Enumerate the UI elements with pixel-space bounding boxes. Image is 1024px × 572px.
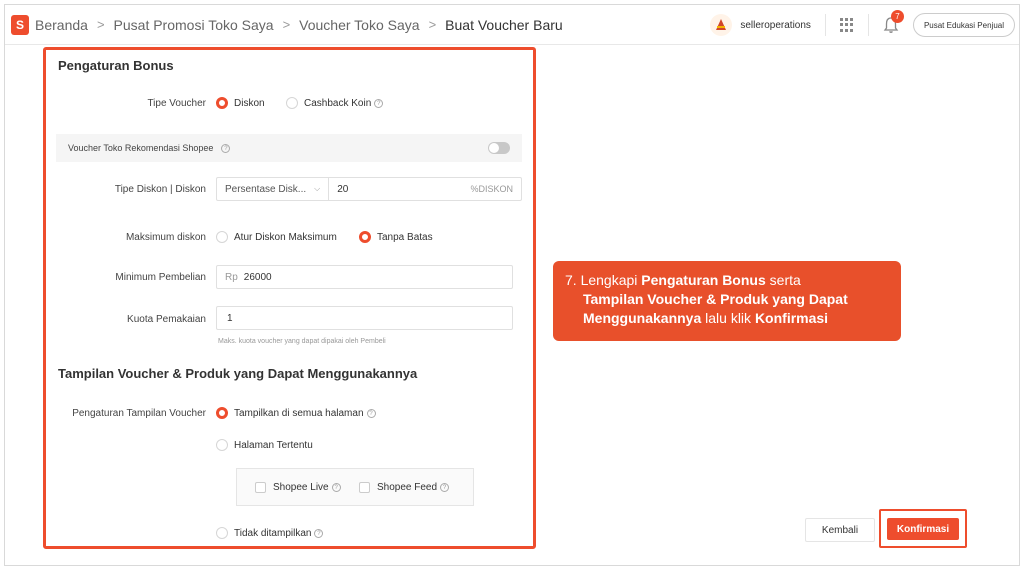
callout-mid-1: serta	[765, 272, 801, 288]
checkbox-shopee-feed[interactable]	[359, 482, 370, 493]
top-header: S Beranda > Pusat Promosi Toko Saya > Vo…	[5, 5, 1019, 45]
option-atur-diskon-label[interactable]: Atur Diskon Maksimum	[234, 232, 337, 243]
option-diskon-label[interactable]: Diskon	[234, 98, 265, 109]
option-tanpa-batas-label[interactable]: Tanpa Batas	[377, 232, 433, 243]
callout-bold-4: Konfirmasi	[754, 310, 829, 326]
header-divider	[867, 14, 869, 36]
shopee-live-label[interactable]: Shopee Live?	[273, 482, 341, 493]
radio-tidak-ditampilkan[interactable]	[216, 527, 228, 539]
back-button[interactable]: Kembali	[805, 518, 875, 542]
discount-value-input[interactable]: 20	[329, 184, 348, 195]
shopee-logo-icon[interactable]: S	[11, 14, 29, 35]
voucher-settings-card: Pengaturan Bonus Tipe Voucher Diskon Cas…	[43, 47, 536, 549]
callout-mid-2: lalu klik	[701, 310, 755, 326]
callout-line-2: Tampilan Voucher & Produk yang Dapat	[565, 290, 887, 309]
discount-suffix: %DISKON	[470, 184, 513, 194]
recommendation-toggle[interactable]	[488, 142, 510, 154]
radio-halaman-tertentu[interactable]	[216, 439, 228, 451]
quota-value: 1	[227, 312, 233, 324]
help-icon[interactable]: ?	[440, 482, 450, 492]
help-icon[interactable]: ?	[221, 144, 231, 154]
header-divider	[824, 14, 826, 36]
radio-tanpa-batas[interactable]	[359, 231, 371, 243]
discount-type-select[interactable]: Persentase Disk... ⌵	[217, 178, 330, 200]
specific-page-options: Shopee Live? Shopee Feed?	[236, 468, 474, 506]
display-section-title: Tampilan Voucher & Produk yang Dapat Men…	[58, 366, 418, 381]
currency-prefix: Rp	[225, 271, 238, 283]
breadcrumb-current-page: Buat Voucher Baru	[445, 16, 563, 33]
callout-bold-2: Tampilan Voucher & Produk yang Dapat	[583, 291, 848, 307]
tidak-ditampilkan-text: Tidak ditampilkan	[234, 528, 312, 539]
help-icon[interactable]: ?	[366, 408, 376, 418]
breadcrumb-voucher-toko[interactable]: Voucher Toko Saya	[299, 17, 419, 33]
help-icon[interactable]: ?	[314, 528, 324, 538]
help-icon[interactable]: ?	[331, 482, 341, 492]
display-setting-label: Pengaturan Tampilan Voucher	[72, 408, 206, 419]
app-window: S Beranda > Pusat Promosi Toko Saya > Vo…	[4, 4, 1020, 566]
callout-line-3: Menggunakannya lalu klik Konfirmasi	[565, 309, 887, 328]
recommendation-text: Voucher Toko Rekomendasi Shopee	[68, 143, 214, 153]
recommendation-label: Voucher Toko Rekomendasi Shopee?	[68, 143, 231, 154]
breadcrumb-separator-icon: >	[96, 17, 105, 32]
radio-atur-diskon-maksimum[interactable]	[216, 231, 228, 243]
shop-avatar-icon	[716, 19, 727, 30]
callout-bold-1: Pengaturan Bonus	[641, 272, 766, 288]
notification-count-badge: 7	[890, 10, 904, 23]
checkbox-shopee-live[interactable]	[255, 482, 266, 493]
radio-tampilkan-semua[interactable]	[216, 407, 228, 419]
apps-grid-icon[interactable]	[839, 18, 854, 32]
chevron-down-icon: ⌵	[314, 184, 321, 193]
notification-bell[interactable]: 7	[883, 10, 904, 34]
discount-type-label: Tipe Diskon | Diskon	[114, 184, 206, 195]
breadcrumb: Beranda > Pusat Promosi Toko Saya > Vouc…	[35, 17, 563, 33]
callout-line-1: 7. Lengkapi Pengaturan Bonus serta	[565, 271, 887, 290]
min-purchase-value: 26000	[243, 271, 272, 283]
bonus-section-title: Pengaturan Bonus	[58, 58, 174, 73]
shopee-feed-label[interactable]: Shopee Feed?	[377, 482, 450, 493]
shopee-live-text: Shopee Live	[273, 482, 329, 493]
option-cashback-koin-label[interactable]: Cashback Koin?	[304, 98, 384, 109]
callout-bold-3: Menggunakannya	[583, 310, 702, 326]
recommendation-row: Voucher Toko Rekomendasi Shopee?	[56, 134, 522, 162]
instruction-callout: 7. Lengkapi Pengaturan Bonus serta Tampi…	[553, 261, 901, 341]
help-icon[interactable]: ?	[374, 98, 384, 108]
min-purchase-input[interactable]: Rp 26000	[216, 265, 513, 289]
discount-input-group: Persentase Disk... ⌵ 20 %DISKON	[216, 177, 522, 201]
header-actions: selleroperations 7 Pusat Edukasi Penjual	[710, 5, 1019, 45]
voucher-type-label: Tipe Voucher	[147, 98, 206, 109]
quota-label: Kuota Pemakaian	[127, 314, 206, 325]
breadcrumb-beranda[interactable]: Beranda	[35, 17, 88, 33]
callout-prefix: 7. Lengkapi	[565, 272, 642, 288]
quota-hint: Maks. kuota voucher yang dapat dipakai o…	[218, 338, 386, 345]
avatar[interactable]	[710, 14, 733, 36]
min-purchase-label: Minimum Pembelian	[115, 272, 206, 283]
radio-diskon[interactable]	[216, 97, 228, 109]
max-discount-label: Maksimum diskon	[125, 232, 206, 243]
option-halaman-tertentu-label[interactable]: Halaman Tertentu	[234, 440, 313, 451]
shopee-feed-text: Shopee Feed	[377, 482, 438, 493]
seller-education-button[interactable]: Pusat Edukasi Penjual	[912, 13, 1015, 37]
tampilkan-semua-text: Tampilkan di semua halaman	[234, 408, 364, 419]
breadcrumb-separator-icon: >	[282, 17, 291, 32]
breadcrumb-separator-icon: >	[428, 17, 437, 32]
cashback-koin-text: Cashback Koin	[304, 98, 372, 109]
username[interactable]: selleroperations	[740, 20, 811, 31]
option-tidak-ditampilkan-label[interactable]: Tidak ditampilkan?	[234, 528, 324, 539]
discount-type-value: Persentase Disk...	[225, 183, 307, 195]
radio-cashback-koin[interactable]	[286, 97, 298, 109]
breadcrumb-pusat-promosi[interactable]: Pusat Promosi Toko Saya	[114, 17, 274, 33]
confirm-highlight: Konfirmasi	[879, 509, 967, 548]
confirm-button[interactable]: Konfirmasi	[887, 518, 959, 540]
option-tampilkan-semua-label[interactable]: Tampilkan di semua halaman?	[234, 408, 376, 419]
quota-input[interactable]: 1	[216, 306, 513, 330]
